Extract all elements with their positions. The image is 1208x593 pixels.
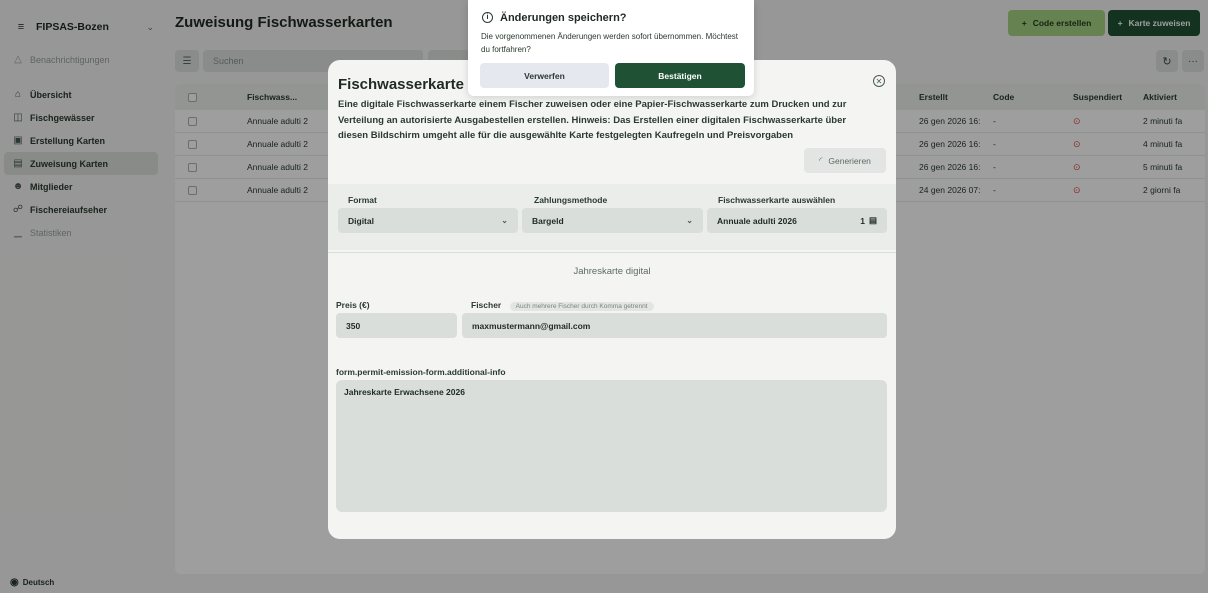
dialog-description: Eine digitale Fischwasserkarte einem Fis… xyxy=(338,99,847,141)
chevron-down-icon: ⌄ xyxy=(686,216,693,225)
additional-info-textarea[interactable]: Jahreskarte Erwachsene 2026 xyxy=(336,380,887,512)
chevron-down-icon: ⌄ xyxy=(501,216,508,225)
discard-button[interactable]: Verwerfen xyxy=(480,63,609,88)
payment-value: Bargeld xyxy=(532,215,564,226)
price-value: 350 xyxy=(346,320,361,331)
confirm-title: Änderungen speichern? xyxy=(500,12,627,24)
info-icon: i xyxy=(482,12,493,23)
format-label: Format xyxy=(348,195,377,205)
additional-info-label: form.permit-emission-form.additional-inf… xyxy=(336,367,506,377)
fisher-value: maxmustermann@gmail.com xyxy=(472,320,591,331)
card-select-label: Fischwasserkarte auswählen xyxy=(718,195,836,205)
generate-label: Generieren xyxy=(828,155,871,166)
price-input[interactable]: 350 xyxy=(336,313,457,338)
generate-button[interactable]: ◜ Generieren xyxy=(804,148,886,173)
card-count: 1 xyxy=(860,215,865,226)
fisher-hint: Auch mehrere Fischer durch Komma getrenn… xyxy=(509,302,654,311)
divider xyxy=(328,252,896,253)
spinner-icon: ◜ xyxy=(819,155,823,165)
dialog-title: Fischwasserkarte zu xyxy=(338,76,485,93)
payment-label: Zahlungsmethode xyxy=(534,195,608,205)
card-value: Annuale adulti 2026 xyxy=(717,215,797,226)
close-icon[interactable]: ✕ xyxy=(873,75,885,87)
fisher-label: Fischer xyxy=(471,300,502,310)
payment-select[interactable]: Bargeld ⌄ xyxy=(522,208,703,233)
fisher-label-row: Fischer Auch mehrere Fischer durch Komma… xyxy=(471,300,654,311)
stack-icon: ▤ xyxy=(868,215,877,225)
price-label: Preis (€) xyxy=(336,300,370,310)
card-select[interactable]: Annuale adulti 2026 1 ▤ xyxy=(707,208,887,233)
format-value: Digital xyxy=(348,215,374,226)
confirm-popover: i Änderungen speichern? Die vorgenommene… xyxy=(468,0,754,96)
confirm-button[interactable]: Bestätigen xyxy=(615,63,745,88)
additional-info-value: Jahreskarte Erwachsene 2026 xyxy=(344,387,465,397)
confirm-text: Die vorgenommenen Änderungen werden sofo… xyxy=(481,32,739,54)
format-select[interactable]: Digital ⌄ xyxy=(338,208,518,233)
card-category: Jahreskarte digital xyxy=(573,266,651,277)
fisher-input[interactable]: maxmustermann@gmail.com xyxy=(462,313,887,338)
assign-card-dialog: Fischwasserkarte zu ✕ Eine digitale Fisc… xyxy=(328,60,896,539)
